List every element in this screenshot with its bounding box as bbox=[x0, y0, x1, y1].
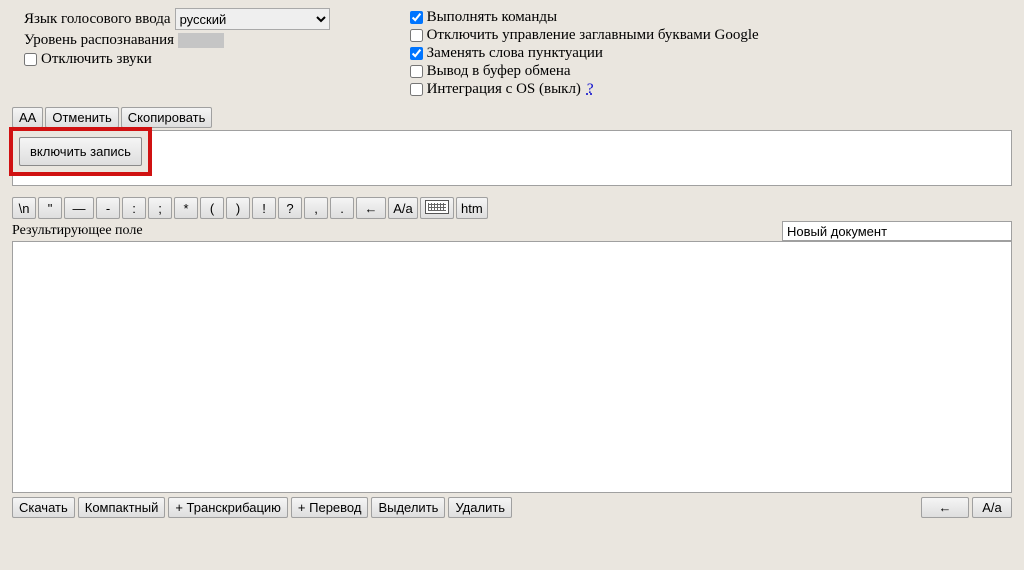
punct-comma[interactable]: , bbox=[304, 197, 328, 219]
mute-label: Отключить звуки bbox=[41, 51, 152, 68]
punct-question[interactable]: ? bbox=[278, 197, 302, 219]
lang-label: Язык голосового ввода bbox=[24, 11, 171, 28]
punct-newline[interactable]: \n bbox=[12, 197, 36, 219]
compact-button[interactable]: Компактный bbox=[78, 497, 166, 518]
keyboard-button[interactable] bbox=[420, 197, 454, 219]
punct-period[interactable]: . bbox=[330, 197, 354, 219]
opt-label: Выполнять команды bbox=[427, 8, 558, 26]
opt-label: Вывод в буфер обмена bbox=[427, 62, 571, 80]
input-textarea[interactable] bbox=[12, 130, 1012, 186]
start-record-button[interactable]: включить запись bbox=[19, 137, 142, 166]
mute-checkbox[interactable] bbox=[24, 53, 37, 66]
opt-disable-caps[interactable] bbox=[410, 29, 423, 42]
delete-button[interactable]: Удалить bbox=[448, 497, 512, 518]
help-link[interactable]: ? bbox=[587, 80, 594, 98]
opt-os-integration[interactable] bbox=[410, 83, 423, 96]
cancel-button[interactable]: Отменить bbox=[45, 107, 118, 128]
punct-backspace[interactable]: ← bbox=[356, 197, 386, 219]
opt-execute-commands[interactable] bbox=[410, 11, 423, 24]
punct-exclaim[interactable]: ! bbox=[252, 197, 276, 219]
punct-rparen[interactable]: ) bbox=[226, 197, 250, 219]
punct-colon[interactable]: : bbox=[122, 197, 146, 219]
undo-arrow-button[interactable]: ← bbox=[921, 497, 969, 518]
opt-label: Интеграция с OS (выкл) bbox=[427, 80, 581, 98]
opt-label: Отключить управление заглавными буквами … bbox=[427, 26, 759, 44]
opt-clipboard[interactable] bbox=[410, 65, 423, 78]
punct-lparen[interactable]: ( bbox=[200, 197, 224, 219]
opt-label: Заменять слова пунктуации bbox=[427, 44, 603, 62]
rec-level-bar bbox=[178, 33, 224, 48]
htm-button[interactable]: htm bbox=[456, 197, 488, 219]
result-label: Результирующее поле bbox=[12, 223, 143, 239]
add-translate-button[interactable]: + Перевод bbox=[291, 497, 369, 518]
language-select[interactable]: русский bbox=[175, 8, 330, 30]
case-button[interactable]: A/a bbox=[972, 497, 1012, 518]
select-all-button[interactable]: Выделить bbox=[371, 497, 445, 518]
punct-asterisk[interactable]: * bbox=[174, 197, 198, 219]
download-button[interactable]: Скачать bbox=[12, 497, 75, 518]
record-highlight: включить запись bbox=[9, 127, 152, 176]
result-textarea[interactable] bbox=[12, 241, 1012, 493]
add-transcription-button[interactable]: + Транскрибацию bbox=[168, 497, 288, 518]
opt-replace-punct[interactable] bbox=[410, 47, 423, 60]
keyboard-icon bbox=[425, 200, 449, 214]
punct-case-toggle[interactable]: A/a bbox=[388, 197, 418, 219]
punct-quote[interactable]: " bbox=[38, 197, 62, 219]
docname-input[interactable] bbox=[782, 221, 1012, 241]
aa-button[interactable]: AA bbox=[12, 107, 43, 128]
copy-button[interactable]: Скопировать bbox=[121, 107, 213, 128]
punct-mdash[interactable]: — bbox=[64, 197, 94, 219]
rec-level-label: Уровень распознавания bbox=[24, 32, 174, 49]
punct-hyphen[interactable]: - bbox=[96, 197, 120, 219]
punct-semicolon[interactable]: ; bbox=[148, 197, 172, 219]
